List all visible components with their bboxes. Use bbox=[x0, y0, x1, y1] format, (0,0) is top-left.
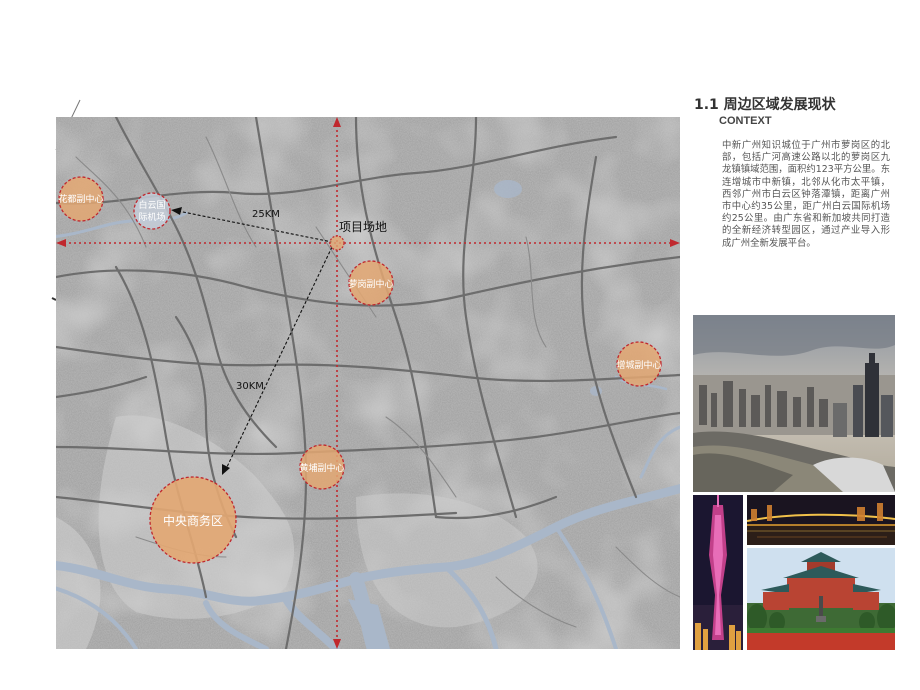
district-label-airport-2: 际机场 bbox=[138, 211, 165, 223]
river-bridge-night-photo bbox=[747, 495, 895, 545]
district-luogang[interactable]: 萝岗副中心 bbox=[348, 260, 394, 306]
section-header: 1.1 周边区域发展现状 CONTEXT bbox=[694, 96, 904, 128]
district-label-huadu: 花都副中心 bbox=[58, 193, 103, 205]
sun-yat-sen-memorial-hall-photo bbox=[747, 548, 895, 650]
project-site-marker[interactable] bbox=[329, 235, 345, 251]
district-airport[interactable]: 白云国 际机场 bbox=[133, 192, 171, 230]
district-label-airport-1: 白云国 bbox=[138, 199, 165, 211]
section-subtitle: CONTEXT bbox=[719, 115, 772, 127]
district-cbd[interactable]: 中央商务区 bbox=[149, 476, 237, 564]
canton-tower-photo bbox=[693, 495, 743, 650]
district-huangpu[interactable]: 黄埔副中心 bbox=[299, 444, 345, 490]
project-site-label: 项目场地 bbox=[339, 220, 387, 234]
district-huadu[interactable]: 花都副中心 bbox=[58, 176, 104, 222]
district-label-zengcheng: 增城副中心 bbox=[616, 359, 661, 371]
district-label-luogang: 萝岗副中心 bbox=[348, 278, 393, 290]
reservoir bbox=[494, 180, 522, 198]
distance-label-airport: 25KM bbox=[252, 209, 280, 220]
district-label-huangpu: 黄埔副中心 bbox=[299, 462, 344, 474]
description-text: 中新广州知识城位于广州市萝岗区的北部，包括广河高速公路以北的萝岗区九龙镇镇域范围… bbox=[722, 140, 890, 249]
city-skyline-photo bbox=[693, 315, 895, 492]
map-canvas: 25KM 30KM 项目场地 花都副中心 白云国 际机场 萝岗副中心 增城副中心… bbox=[56, 117, 680, 649]
section-title: 1.1 周边区域发展现状 bbox=[694, 97, 836, 113]
district-label-cbd: 中央商务区 bbox=[163, 513, 223, 528]
district-zengcheng[interactable]: 增城副中心 bbox=[616, 341, 662, 387]
map-panel[interactable]: 25KM 30KM 项目场地 花都副中心 白云国 际机场 萝岗副中心 增城副中心… bbox=[56, 117, 680, 649]
distance-label-cbd: 30KM bbox=[236, 381, 264, 392]
